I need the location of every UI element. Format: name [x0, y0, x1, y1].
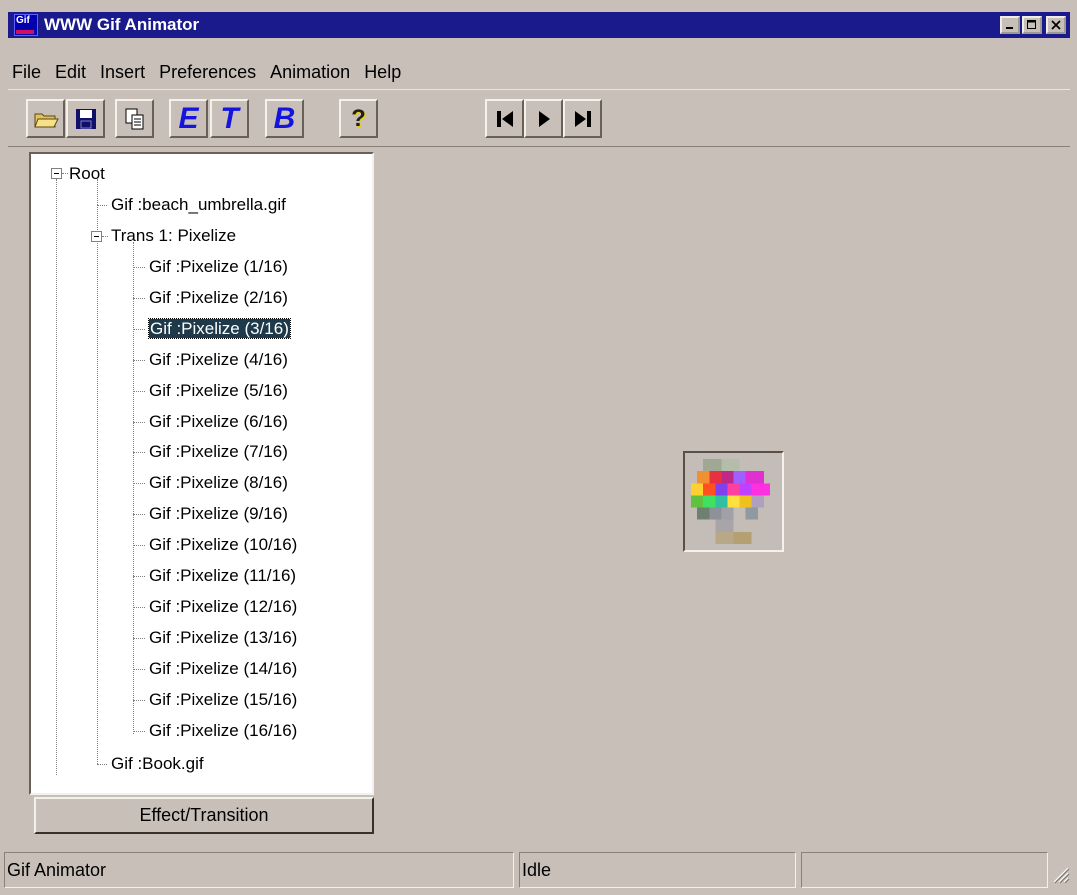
transition-icon: T [220, 101, 239, 135]
tree-item-book[interactable]: Gif :Book.gif [111, 753, 204, 775]
first-frame-icon [496, 110, 513, 127]
collapse-icon[interactable] [51, 168, 62, 179]
first-frame-button[interactable] [485, 99, 524, 138]
menu-edit[interactable]: Edit [55, 62, 86, 83]
tree-item-frame[interactable]: Gif :Pixelize (14/16) [149, 658, 297, 680]
status-app: Gif Animator [4, 852, 514, 888]
close-icon [1051, 20, 1061, 30]
transition-button-t[interactable]: T [210, 99, 249, 138]
tree-item-frame-label: Gif :Pixelize (15/16) [149, 689, 298, 709]
tree-item-beach-umbrella[interactable]: Gif :beach_umbrella.gif [111, 194, 286, 216]
tree-item-frame[interactable]: Gif :Pixelize (4/16) [149, 349, 288, 371]
minimize-button[interactable] [1000, 16, 1020, 34]
status-extra [801, 852, 1048, 888]
tree-item-frame[interactable]: Gif :Pixelize (3/16) [148, 317, 291, 340]
menu-help[interactable]: Help [364, 62, 401, 83]
app-icon-label: Gif [16, 15, 30, 26]
effect-button-e[interactable]: E [169, 99, 208, 138]
tree-root[interactable]: Root [69, 163, 105, 185]
tree-item-frame[interactable]: Gif :Pixelize (11/16) [149, 565, 296, 587]
menu-insert[interactable]: Insert [100, 62, 145, 83]
tree-item-frame-label: Gif :Pixelize (9/16) [149, 504, 288, 524]
bold-icon: B [273, 101, 296, 135]
pixelized-umbrella-image [685, 453, 782, 550]
menu-animation[interactable]: Animation [270, 62, 350, 83]
tree-item-frame-label: Gif :Pixelize (11/16) [149, 566, 297, 585]
save-icon [75, 108, 96, 129]
bold-button-b[interactable]: B [265, 99, 304, 138]
save-button[interactable] [66, 99, 105, 138]
resize-grip-icon[interactable] [1048, 862, 1070, 884]
tree-item-frame-label: Gif :Pixelize (14/16) [149, 658, 298, 678]
tree-item-frame-label: Gif :Pixelize (13/16) [149, 627, 298, 647]
frame-preview [683, 451, 784, 552]
copy-button[interactable] [115, 99, 154, 138]
status-bar: Gif Animator Idle [4, 852, 1074, 888]
last-frame-button[interactable] [563, 99, 602, 138]
close-button[interactable] [1046, 16, 1066, 34]
help-icon: ? [351, 104, 366, 132]
play-button[interactable] [524, 99, 563, 138]
tree-item-frame[interactable]: Gif :Pixelize (10/16) [149, 534, 297, 556]
tree-item-frame-label: Gif :Pixelize (2/16) [149, 287, 288, 307]
tree-item-frame[interactable]: Gif :Pixelize (2/16) [149, 287, 288, 309]
tree-item-frame-label: Gif :Pixelize (16/16) [149, 720, 298, 740]
tree-item-frame[interactable]: Gif :Pixelize (16/16) [149, 720, 297, 742]
window-title: WWW Gif Animator [44, 15, 200, 34]
tree-item-frame-label: Gif :Pixelize (4/16) [149, 349, 288, 369]
open-icon [33, 113, 59, 127]
title-bar[interactable]: Gif WWW Gif Animator [8, 12, 1070, 38]
tree-item-frame-label: Gif :Pixelize (1/16) [149, 257, 288, 276]
status-state: Idle [519, 852, 796, 888]
tree-item-frame[interactable]: Gif :Pixelize (6/16) [149, 411, 288, 433]
menu-bar: File Edit Insert Preferences Animation H… [8, 60, 1070, 84]
menu-file[interactable]: File [12, 62, 41, 83]
maximize-button[interactable] [1022, 16, 1042, 34]
tree-item-frame[interactable]: Gif :Pixelize (8/16) [149, 472, 288, 494]
tree-item-frame-label: Gif :Pixelize (3/16) [148, 317, 291, 339]
menu-preferences[interactable]: Preferences [159, 62, 256, 83]
help-button[interactable]: ? [339, 99, 378, 138]
app-icon[interactable]: Gif [14, 14, 38, 36]
tree-item-frame-label: Gif :Pixelize (6/16) [149, 411, 288, 431]
copy-icon [125, 108, 143, 129]
effect-transition-button[interactable]: Effect/Transition [34, 797, 374, 834]
tree-item-transition[interactable]: Trans 1: Pixelize [111, 225, 236, 247]
last-frame-icon [574, 110, 591, 127]
tree-panel[interactable]: Root Gif :beach_umbrella.gif Trans 1: Pi… [29, 152, 374, 795]
tree-item-frame-label: Gif :Pixelize (12/16) [149, 596, 298, 616]
tree-item-frame[interactable]: Gif :Pixelize (9/16) [149, 503, 288, 525]
layer-tree: Root Gif :beach_umbrella.gif Trans 1: Pi… [31, 154, 372, 793]
effect-icon: E [178, 101, 199, 135]
minimize-icon [1006, 27, 1013, 29]
play-icon [538, 110, 550, 127]
tree-item-frame[interactable]: Gif :Pixelize (13/16) [149, 627, 297, 649]
tree-item-frame-label: Gif :Pixelize (5/16) [149, 380, 288, 400]
tree-item-frame[interactable]: Gif :Pixelize (1/16) [149, 256, 288, 278]
tree-item-frame-label: Gif :Pixelize (8/16) [149, 473, 288, 493]
maximize-icon [1027, 20, 1036, 29]
tree-item-frame-label: Gif :Pixelize (10/16) [149, 535, 298, 555]
toolbar: E T B ? [8, 89, 1070, 147]
tree-item-frame-label: Gif :Pixelize (7/16) [149, 442, 288, 462]
tree-item-frame[interactable]: Gif :Pixelize (15/16) [149, 689, 297, 711]
collapse-icon[interactable] [91, 231, 102, 242]
tree-item-frame[interactable]: Gif :Pixelize (12/16) [149, 596, 297, 618]
tree-item-frame[interactable]: Gif :Pixelize (7/16) [149, 441, 288, 463]
tree-item-frame[interactable]: Gif :Pixelize (5/16) [149, 380, 288, 402]
open-button[interactable] [26, 99, 65, 138]
